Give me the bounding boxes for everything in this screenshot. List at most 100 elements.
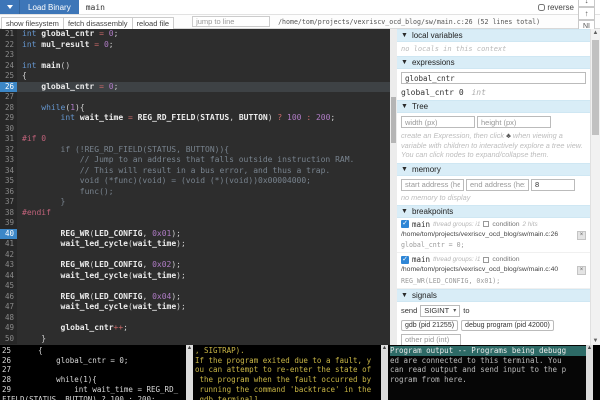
line-code: int wait_time = REG_RD_FIELD(STATUS, BUT… bbox=[17, 113, 390, 124]
status-terminal-content[interactable]: , SIGTRAP).If the program exited due to … bbox=[193, 345, 381, 400]
code-token: wait_led_cycle bbox=[61, 239, 128, 248]
gdb-terminal-scrollbar[interactable]: ▲ bbox=[186, 345, 193, 400]
line-number[interactable]: 47 bbox=[0, 302, 17, 313]
expression-result[interactable]: global_cntr 0 int bbox=[401, 88, 586, 97]
line-number[interactable]: 21 bbox=[0, 29, 17, 40]
memory-end-address-input[interactable] bbox=[466, 179, 529, 191]
code-token: // This will result in a bus error, and … bbox=[22, 166, 330, 175]
gdb-terminal-content[interactable]: 25 {26 global_cntr = 0;2728 while(1){29 … bbox=[0, 345, 186, 400]
line-number[interactable]: 37 bbox=[0, 197, 17, 208]
signal-select[interactable]: SIGINT ▾ bbox=[420, 305, 460, 317]
code-token: 0x02 bbox=[152, 260, 171, 269]
status-terminal-scrollbar[interactable]: ▲ bbox=[381, 345, 388, 400]
line-number[interactable]: 28 bbox=[0, 103, 17, 114]
caret-down-icon bbox=[7, 5, 13, 9]
editor-scrollbar-thumb[interactable] bbox=[391, 97, 396, 143]
line-code: } bbox=[17, 334, 390, 345]
breakpoint-enabled-checkbox[interactable]: ✓ bbox=[401, 256, 409, 264]
code-token: REG_WR bbox=[61, 292, 90, 301]
scroll-up-arrow-icon[interactable]: ▲ bbox=[586, 345, 593, 351]
signal-send-button-0[interactable]: gdb (pid 21255) bbox=[401, 320, 458, 331]
status-terminal[interactable]: , SIGTRAP).If the program exited due to … bbox=[193, 345, 388, 400]
sidebar-scrollbar-thumb[interactable] bbox=[592, 40, 599, 135]
panel-header-tree[interactable]: ▼ Tree bbox=[397, 100, 590, 113]
code-token: REG_WR bbox=[61, 229, 90, 238]
program-output-terminal-scrollbar[interactable]: ▲ bbox=[586, 345, 593, 400]
breakpoint-entry[interactable]: ✓mainthread groups: i1condition2 hits/ho… bbox=[397, 218, 590, 254]
line-number[interactable]: 35 bbox=[0, 176, 17, 187]
memory-bytes-input[interactable] bbox=[531, 179, 575, 191]
tree-width-input[interactable] bbox=[401, 116, 475, 128]
panel-header-breakpoints[interactable]: ▼ breakpoints bbox=[397, 205, 590, 218]
breakpoint-condition-link[interactable]: condition bbox=[492, 256, 519, 263]
line-number[interactable]: 46 bbox=[0, 292, 17, 303]
scroll-up-arrow-icon[interactable]: ▲ bbox=[186, 345, 193, 351]
panel-header-memory[interactable]: ▼ memory bbox=[397, 163, 590, 176]
line-number[interactable]: 33 bbox=[0, 155, 17, 166]
toolbar-button-2[interactable]: reload file bbox=[132, 17, 175, 30]
line-number[interactable]: 39 bbox=[0, 218, 17, 229]
line-number[interactable]: 48 bbox=[0, 313, 17, 324]
line-number[interactable]: 36 bbox=[0, 187, 17, 198]
breakpoint-condition-link[interactable]: condition bbox=[492, 221, 519, 228]
editor-scrollbar[interactable] bbox=[390, 29, 397, 345]
line-number[interactable]: 26 bbox=[0, 82, 17, 93]
line-number[interactable]: 49 bbox=[0, 323, 17, 334]
program-output-terminal[interactable]: Program output -- Programs being debugge… bbox=[388, 345, 593, 400]
reverse-checkbox[interactable] bbox=[538, 4, 545, 11]
expression-input[interactable] bbox=[401, 72, 586, 84]
scroll-down-arrow-icon[interactable]: ▼ bbox=[591, 338, 600, 344]
panel-header-local-variables[interactable]: ▼ local variables bbox=[397, 29, 590, 42]
breakpoint-enabled-checkbox[interactable]: ✓ bbox=[401, 220, 409, 228]
line-number[interactable]: 24 bbox=[0, 61, 17, 72]
line-number[interactable]: 22 bbox=[0, 40, 17, 51]
memory-start-address-input[interactable] bbox=[401, 179, 464, 191]
editor-line: 44 wait_led_cycle(wait_time); bbox=[0, 271, 390, 282]
line-number[interactable]: 27 bbox=[0, 92, 17, 103]
code-token: 0x04 bbox=[152, 292, 171, 301]
toolbar-button-0[interactable]: show filesystem bbox=[1, 17, 64, 30]
scroll-up-arrow-icon[interactable]: ▲ bbox=[591, 30, 600, 36]
breakpoint-path[interactable]: /home/tom/projects/vexriscv_ocd_blog/sw/… bbox=[401, 266, 586, 275]
line-number[interactable]: 38 bbox=[0, 208, 17, 219]
jump-to-line-input[interactable] bbox=[192, 16, 270, 27]
line-number[interactable]: 42 bbox=[0, 250, 17, 261]
sidebar-scrollbar[interactable]: ▲ ▼ bbox=[590, 29, 600, 345]
line-number[interactable]: 45 bbox=[0, 281, 17, 292]
breakpoint-delete-button[interactable]: × bbox=[577, 266, 586, 275]
line-number[interactable]: 43 bbox=[0, 260, 17, 271]
line-number[interactable]: 40 bbox=[0, 229, 17, 240]
panel-header-signals[interactable]: ▼ signals bbox=[397, 289, 590, 302]
signal-send-button-1[interactable]: debug program (pid 42000) bbox=[461, 320, 554, 331]
breakpoint-path[interactable]: /home/tom/projects/vexriscv_ocd_blog/sw/… bbox=[401, 231, 586, 240]
gdb-terminal[interactable]: 25 {26 global_cntr = 0;2728 while(1){29 … bbox=[0, 345, 193, 400]
breakpoint-entry[interactable]: ✓mainthread groups: i1condition/home/tom… bbox=[397, 253, 590, 289]
toolbar-button-1[interactable]: fetch disassembly bbox=[63, 17, 133, 30]
control-step-into-button[interactable]: ↓ bbox=[578, 0, 595, 7]
line-number[interactable]: 30 bbox=[0, 124, 17, 135]
scroll-up-arrow-icon[interactable]: ▲ bbox=[381, 345, 388, 351]
code-token: global_cntr bbox=[61, 323, 114, 332]
line-number[interactable]: 44 bbox=[0, 271, 17, 282]
panel-header-expressions[interactable]: ▼ expressions bbox=[397, 56, 590, 69]
line-number[interactable]: 31 bbox=[0, 134, 17, 145]
editor-line: 37 } bbox=[0, 197, 390, 208]
line-number[interactable]: 32 bbox=[0, 145, 17, 156]
code-token: REG_WR bbox=[61, 260, 90, 269]
line-code bbox=[17, 250, 390, 261]
line-number[interactable]: 41 bbox=[0, 239, 17, 250]
line-number[interactable]: 50 bbox=[0, 334, 17, 345]
line-code: wait_led_cycle(wait_time); bbox=[17, 302, 390, 313]
control-step-out-button[interactable]: ↑ bbox=[578, 7, 595, 20]
tree-height-input[interactable] bbox=[477, 116, 551, 128]
program-output-terminal-content[interactable]: Program output -- Programs being debugge… bbox=[388, 345, 586, 400]
editor-line: 28 while(1){ bbox=[0, 103, 390, 114]
other-pid-input[interactable] bbox=[401, 334, 461, 346]
chevron-down-icon: ▼ bbox=[401, 208, 408, 215]
line-number[interactable]: 34 bbox=[0, 166, 17, 177]
breakpoint-delete-button[interactable]: × bbox=[577, 231, 586, 240]
code-token: 200 bbox=[316, 113, 330, 122]
line-number[interactable]: 25 bbox=[0, 71, 17, 82]
line-number[interactable]: 23 bbox=[0, 50, 17, 61]
line-number[interactable]: 29 bbox=[0, 113, 17, 124]
